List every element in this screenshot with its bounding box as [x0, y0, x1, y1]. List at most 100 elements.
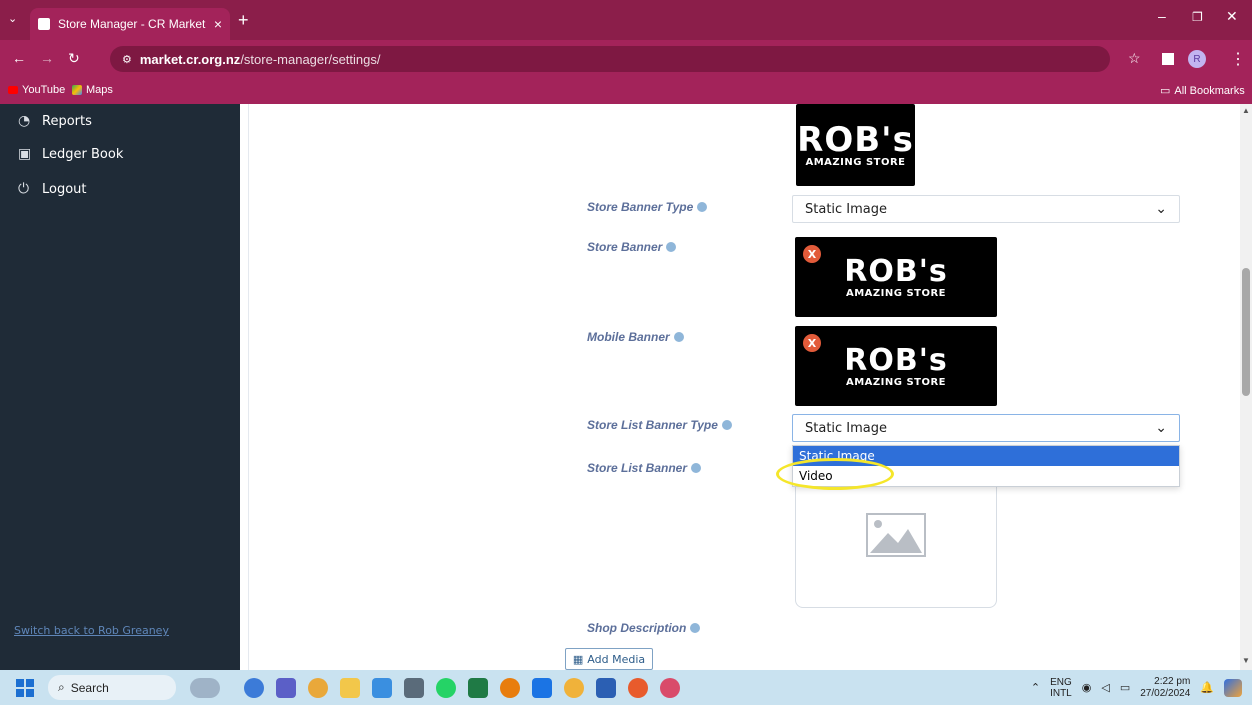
- language-line2: INTL: [1050, 687, 1072, 699]
- store-banner-type-label: Store Banner Type: [587, 200, 708, 214]
- url-field[interactable]: ⚙ market.cr.org.nz /store-manager/settin…: [110, 46, 1110, 72]
- calculator-icon[interactable]: [404, 678, 424, 698]
- label-text: Store List Banner Type: [587, 418, 718, 432]
- sidebar-item-logout[interactable]: ⏻ Logout: [18, 178, 87, 200]
- windows-start-icon[interactable]: [16, 679, 34, 697]
- onedrive-icon[interactable]: [244, 678, 264, 698]
- pie-chart-icon: ◔: [18, 113, 31, 129]
- tab-list-menu-icon[interactable]: ⌄: [8, 12, 17, 25]
- tab-close-icon[interactable]: ×: [214, 16, 222, 32]
- select-value: Static Image: [805, 201, 888, 217]
- bookmark-star-icon[interactable]: ☆: [1128, 50, 1141, 67]
- banner-line1: ROB's: [844, 253, 948, 289]
- store-banner-type-select[interactable]: Static Image ⌄: [792, 195, 1180, 223]
- whatsapp-icon[interactable]: [436, 678, 456, 698]
- store-settings-form: ROB's AMAZING STORE Store Banner Type St…: [248, 104, 1240, 670]
- clock-date: 27/02/2024: [1140, 687, 1191, 699]
- info-icon[interactable]: [673, 332, 684, 342]
- info-icon[interactable]: [666, 242, 677, 252]
- store-manager-sidebar: ◔ Reports ▣ Ledger Book ⏻ Logout Switch …: [0, 104, 240, 670]
- sidebar-item-reports[interactable]: ◔ Reports: [18, 110, 92, 132]
- info-icon[interactable]: [691, 463, 702, 473]
- logo-line2: AMAZING STORE: [805, 156, 906, 168]
- bookmarks-bar: YouTube Maps ▭ All Bookmarks: [0, 78, 1252, 104]
- sidebar-item-label: Reports: [42, 113, 92, 129]
- minimize-icon[interactable]: –: [1158, 8, 1166, 24]
- profile-avatar[interactable]: R: [1188, 50, 1206, 68]
- sidebar-item-ledger-book[interactable]: ▣ Ledger Book: [18, 143, 123, 165]
- chrome-active-icon[interactable]: [660, 678, 680, 698]
- label-text: Mobile Banner: [587, 330, 670, 344]
- bookmark-youtube[interactable]: YouTube: [8, 84, 65, 96]
- new-tab-button[interactable]: +: [238, 10, 249, 31]
- blender-icon[interactable]: [500, 678, 520, 698]
- weather-icon[interactable]: [190, 678, 220, 698]
- tray-chevron-up-icon[interactable]: ⌃: [1031, 681, 1040, 694]
- taskbar-search-label: Search: [70, 680, 109, 695]
- all-bookmarks-button[interactable]: ▭ All Bookmarks: [1160, 84, 1245, 98]
- image-placeholder-icon: [866, 513, 926, 557]
- bookmark-youtube-label: YouTube: [22, 84, 66, 96]
- back-icon[interactable]: ←: [12, 50, 26, 66]
- scroll-down-icon[interactable]: ▼: [1242, 656, 1250, 665]
- logo-line1: ROB's: [797, 119, 914, 160]
- teams-icon[interactable]: [276, 678, 296, 698]
- menu-kebab-icon[interactable]: ⋮: [1230, 49, 1246, 69]
- scroll-up-icon[interactable]: ▲: [1242, 106, 1250, 115]
- forward-icon[interactable]: →: [40, 50, 54, 66]
- add-media-label: Add Media: [587, 652, 646, 666]
- shop-description-label: Shop Description: [587, 621, 701, 635]
- tab-title: Store Manager - CR Market: [58, 17, 206, 31]
- reload-icon[interactable]: ↻: [68, 50, 80, 67]
- system-tray: ⌃ ENG INTL ◉ ◁ ▭ 2:22 pm 27/02/2024 🔔: [1031, 670, 1242, 705]
- side-panel-icon[interactable]: [1162, 53, 1174, 65]
- excel-icon[interactable]: [468, 678, 488, 698]
- bookmark-maps[interactable]: Maps: [72, 84, 113, 96]
- banner-line1: ROB's: [844, 342, 948, 378]
- taskbar-search[interactable]: ⌕ Search: [48, 675, 176, 700]
- word-icon[interactable]: [596, 678, 616, 698]
- chrome-profile-icon[interactable]: [564, 678, 584, 698]
- mobile-banner-image: X ROB's AMAZING STORE: [795, 326, 997, 406]
- wifi-icon[interactable]: ◉: [1082, 681, 1092, 694]
- remove-image-icon[interactable]: X: [803, 245, 821, 263]
- store-banner-label: Store Banner: [587, 240, 677, 254]
- sidebar-item-label: Logout: [42, 181, 87, 197]
- notification-bell-icon[interactable]: 🔔: [1200, 681, 1214, 694]
- language-indicator[interactable]: ENG INTL: [1050, 677, 1072, 699]
- chrome-icon[interactable]: [308, 678, 328, 698]
- volume-icon[interactable]: ◁: [1101, 681, 1109, 694]
- photos-icon[interactable]: [372, 678, 392, 698]
- all-bookmarks-label: All Bookmarks: [1174, 84, 1245, 97]
- chevron-down-icon: ⌄: [1155, 420, 1167, 436]
- add-media-button[interactable]: ▦ Add Media: [565, 648, 653, 670]
- app-icon[interactable]: [628, 678, 648, 698]
- info-icon[interactable]: [690, 623, 701, 633]
- info-icon[interactable]: [721, 420, 732, 430]
- switch-back-link[interactable]: Switch back to Rob Greaney: [14, 624, 169, 637]
- maps-icon: [72, 85, 82, 95]
- close-window-icon[interactable]: ✕: [1226, 8, 1238, 25]
- browser-tab-bar: ⌄ Store Manager - CR Market × + – ❐ ✕: [0, 0, 1252, 40]
- clock[interactable]: 2:22 pm 27/02/2024: [1140, 676, 1190, 700]
- url-host: market.cr.org.nz: [139, 51, 241, 67]
- site-favicon-icon: [38, 18, 50, 30]
- store-list-banner-upload[interactable]: [795, 476, 997, 608]
- copilot-icon[interactable]: [1224, 678, 1242, 697]
- store-list-banner-type-select[interactable]: Static Image ⌄: [792, 414, 1180, 442]
- browser-tab[interactable]: Store Manager - CR Market ×: [30, 8, 230, 40]
- remove-image-icon[interactable]: X: [803, 334, 821, 352]
- banner-line2: AMAZING STORE: [845, 376, 946, 388]
- scrollbar-thumb[interactable]: [1242, 268, 1250, 396]
- annotation-highlight-circle: [776, 458, 894, 490]
- select-value: Static Image: [805, 420, 888, 436]
- page-scrollbar[interactable]: ▲ ▼: [1240, 104, 1252, 670]
- battery-icon[interactable]: ▭: [1120, 681, 1130, 694]
- messenger-icon[interactable]: [532, 678, 552, 698]
- media-icon: ▦: [572, 652, 584, 666]
- restore-icon[interactable]: ❐: [1192, 10, 1203, 24]
- site-info-icon[interactable]: ⚙: [122, 53, 132, 66]
- chevron-down-icon: ⌄: [1155, 201, 1167, 217]
- info-icon[interactable]: [697, 202, 708, 212]
- file-explorer-icon[interactable]: [340, 678, 360, 698]
